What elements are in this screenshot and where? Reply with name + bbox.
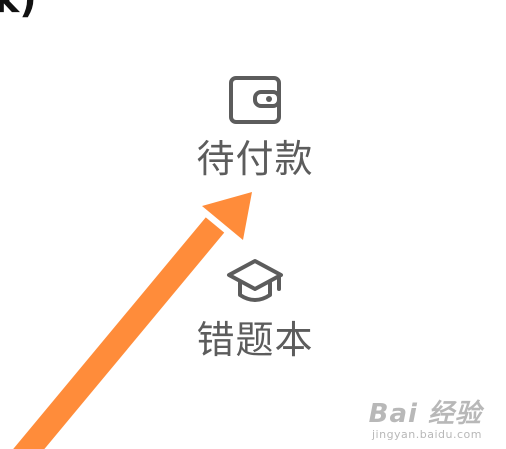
wrong-question-book-button[interactable]: 错题本 — [190, 255, 320, 359]
partial-header-text: k) — [0, 0, 37, 18]
wrong-question-book-label: 错题本 — [196, 318, 314, 362]
pending-payment-button[interactable]: 待付款 — [190, 74, 320, 178]
baidu-jingyan-watermark: Bai 经验 jingyan.baidu.com — [369, 400, 482, 441]
watermark-brand: Bai 经验 — [368, 399, 482, 430]
wallet-icon — [225, 74, 285, 130]
pending-payment-label: 待付款 — [196, 137, 314, 181]
orange-pointer-arrow — [13, 192, 252, 449]
watermark-url: jingyan.baidu.com — [371, 427, 482, 441]
graduation-cap-icon — [225, 255, 285, 311]
